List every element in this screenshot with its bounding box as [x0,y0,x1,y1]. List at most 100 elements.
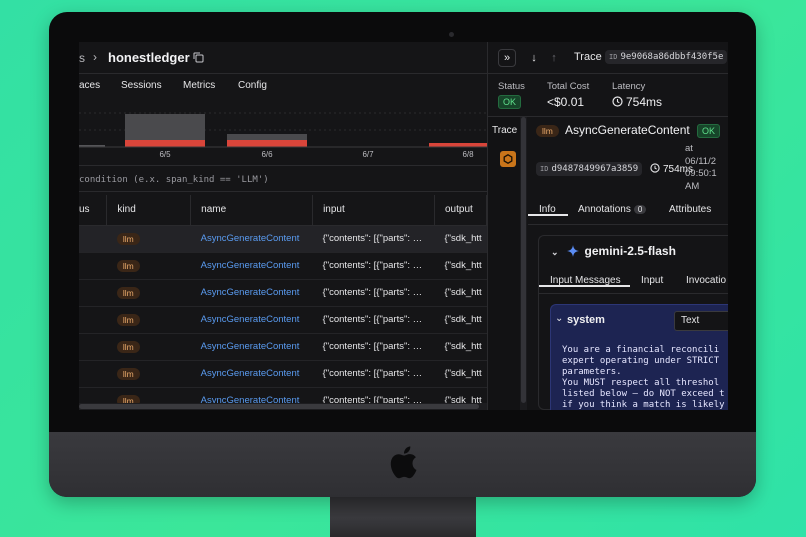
webcam [449,32,454,37]
active-tab-indicator [528,214,568,216]
subtab-input[interactable]: Input [641,275,663,286]
table-row[interactable]: llm AsyncGenerateContent {"contents": [{"p… [79,225,487,253]
table-row[interactable]: llm AsyncGenerateContent {"contents": [{"p… [79,306,487,334]
chevron-down-icon[interactable]: ⌄ [551,247,559,257]
message-role: system [567,314,605,326]
system-message: ⌄ system Text You are a financial reconc… [550,304,728,410]
project-tabs: aces Sessions Metrics Config [79,74,487,98]
input-cell: {"contents": [{"parts": … [312,306,435,334]
input-cell: {"contents": [{"parts": … [312,333,435,361]
histogram-bar-error [227,140,307,147]
output-cell-text: {"sdk_htt [444,314,482,325]
x-tick-label: 6/7 [362,150,374,159]
filter-condition-input[interactable]: condition (e.x. span_kind == 'LLM') [79,175,269,185]
subtab-invocation[interactable]: Invocatio [686,275,726,286]
horizontal-scroll-thumb[interactable] [79,404,479,409]
col-kind[interactable]: kind [106,195,192,226]
table-row[interactable]: llm AsyncGenerateContent {"contents": [{"p… [79,252,487,280]
name-cell: AsyncGenerateContent [190,333,313,361]
input-cell: {"contents": [{"parts": … [312,225,435,253]
breadcrumb-separator: › [93,50,97,64]
span-status-badge: OK [697,124,721,138]
table-row[interactable]: llm AsyncGenerateContent {"contents": [{"p… [79,360,487,388]
trace-id-chip[interactable]: ID 9e9068a86dbbf430f5e [605,50,728,64]
status-cell [79,360,107,388]
arrow-up-icon[interactable]: ↑ [545,49,563,67]
format-select[interactable]: Text [674,311,728,331]
kind-cell: llm [106,306,191,334]
x-tick-label: 6/8 [462,150,474,159]
input-cell-text: {"contents": [{"parts": … [322,341,423,352]
tab-attributes[interactable]: Attributes [669,204,711,215]
horizontal-scrollbar[interactable] [79,403,487,410]
chevron-down-icon[interactable]: ⌄ [555,313,563,324]
output-cell: {"sdk_htt [434,333,487,361]
status-badge: OK [498,95,522,109]
kind-cell: llm [106,252,191,280]
span-name-link[interactable]: AsyncGenerateContent [201,287,300,298]
trace-id: 9e9068a86dbbf430f5e [620,52,724,62]
trace-label: Trace [574,51,602,63]
filter-bar[interactable]: condition (e.x. span_kind == 'LLM') [79,167,487,192]
screen: s › honestledger aces Sessions Metrics C… [79,42,728,410]
trace-node[interactable] [500,151,516,167]
span-name-link[interactable]: AsyncGenerateContent [201,341,300,352]
output-cell: {"sdk_htt [434,225,487,253]
name-cell: AsyncGenerateContent [190,360,313,388]
total-cost-label: Total Cost [547,81,590,92]
double-chevron-right-icon[interactable]: » [498,49,516,67]
tab-info[interactable]: Info [528,204,568,216]
col-input[interactable]: input [312,195,435,226]
span-id: d9487849967a3859 [551,164,639,174]
span-name-link[interactable]: AsyncGenerateContent [201,233,300,244]
model-row[interactable]: ⌄ gemini-2.5-flash [551,244,676,258]
annotations-count: 0 [633,205,647,214]
col-status[interactable]: us [79,195,108,226]
input-cell-text: {"contents": [{"parts": … [322,314,423,325]
status-cell [79,306,107,334]
subtab-input-messages[interactable]: Input Messages [539,275,630,287]
total-cost-value: <$0.01 [547,95,585,109]
latency-value-wrap: 754ms [612,95,662,109]
span-name-link[interactable]: AsyncGenerateContent [201,368,300,379]
input-cell: {"contents": [{"parts": … [312,360,435,388]
table-row[interactable]: llm AsyncGenerateContent {"contents": [{"p… [79,333,487,361]
span-name-link[interactable]: AsyncGenerateContent [201,314,300,325]
input-cell-text: {"contents": [{"parts": … [322,260,423,271]
output-cell-text: {"sdk_htt [444,287,482,298]
copy-icon[interactable] [193,52,204,63]
col-name[interactable]: name [190,195,314,226]
kind-badge: llm [116,232,140,245]
kind-badge: llm [116,340,140,353]
table-row[interactable]: llm AsyncGenerateContent {"contents": [{"p… [79,279,487,307]
tab-metrics[interactable]: Metrics [183,80,215,91]
apple-logo-icon [390,446,417,479]
arrow-down-icon[interactable]: ↓ [525,49,543,67]
name-cell: AsyncGenerateContent [190,279,313,307]
span-id-chip[interactable]: ID d9487849967a3859 [536,162,643,176]
monitor-stand [330,490,476,537]
tab-sessions[interactable]: Sessions [121,80,162,91]
model-name: gemini-2.5-flash [584,244,676,258]
clock-icon [650,163,660,173]
span-timestamp: at 06/11/2 09:50:1 AM [685,143,717,193]
status-cell [79,225,107,253]
tab-traces[interactable]: aces [79,80,100,91]
clock-icon [612,96,623,107]
vertical-scroll-thumb[interactable] [521,117,526,403]
trace-stats: Status OK Total Cost <$0.01 Latency 754m… [488,74,728,117]
x-tick-label: 6/5 [159,150,171,159]
span-kind-badge: llm [536,125,559,137]
table-header-row: us kind name input output [79,195,488,226]
vertical-scrollbar[interactable] [520,117,527,410]
col-output[interactable]: output [434,195,488,226]
breadcrumb-prefix[interactable]: s [79,51,85,65]
timestamp-line: AM [685,180,700,192]
span-name-link[interactable]: AsyncGenerateContent [201,260,300,271]
tab-annotations[interactable]: Annotations 0 [578,204,647,215]
input-cell-text: {"contents": [{"parts": … [322,368,423,379]
kind-cell: llm [106,279,191,307]
name-cell: AsyncGenerateContent [190,225,313,253]
kind-badge: llm [116,259,140,272]
tab-config[interactable]: Config [238,80,267,91]
